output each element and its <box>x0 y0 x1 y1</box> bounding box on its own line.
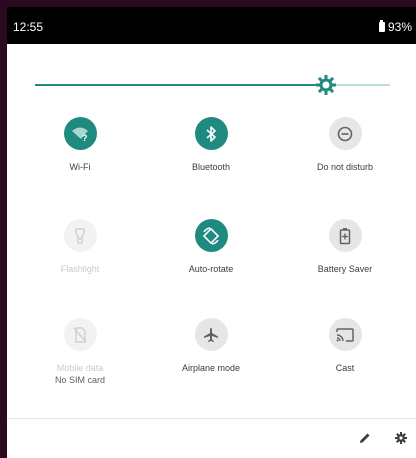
battery-saver-icon <box>339 227 351 244</box>
tile-bluetooth[interactable]: Bluetooth <box>146 117 276 173</box>
tile-label: Do not disturb <box>316 162 374 172</box>
settings-button[interactable] <box>391 428 411 448</box>
tile-battery-saver[interactable]: Battery Saver <box>280 219 410 275</box>
tile-mobile-data[interactable]: Mobile data No SIM card <box>15 318 145 386</box>
brightness-track-rest <box>333 84 390 86</box>
tile-airplane-mode[interactable]: Airplane mode <box>146 318 276 374</box>
airplane-icon <box>204 327 218 342</box>
auto-rotate-icon <box>202 226 220 245</box>
status-time: 12:55 <box>13 20 44 34</box>
bluetooth-icon <box>206 125 216 142</box>
status-bar: 12:55 93% <box>7 7 416 44</box>
battery-saver-toggle[interactable] <box>328 219 362 252</box>
tile-label: Flashlight <box>60 264 100 274</box>
battery-icon <box>378 20 385 32</box>
footer-divider <box>7 418 416 419</box>
cast-toggle[interactable] <box>328 318 362 351</box>
tile-label: Auto-rotate <box>188 264 234 274</box>
tile-auto-rotate[interactable]: Auto-rotate <box>146 219 276 275</box>
flashlight-toggle[interactable] <box>63 219 97 252</box>
tile-label: Battery Saver <box>317 264 373 274</box>
tile-label: Mobile data <box>56 363 104 373</box>
battery-percent: 93% <box>387 20 412 34</box>
bluetooth-toggle[interactable] <box>194 117 228 150</box>
tile-label: Airplane mode <box>181 363 241 373</box>
svg-text:?: ? <box>82 133 88 143</box>
edit-pencil-icon <box>360 433 370 443</box>
cast-icon <box>336 327 354 342</box>
mobile-data-toggle[interactable] <box>63 318 97 351</box>
gear-icon <box>395 432 407 444</box>
mobile-data-icon <box>73 326 87 343</box>
airplane-mode-toggle[interactable] <box>194 318 228 351</box>
tile-flashlight[interactable]: Flashlight <box>15 219 145 275</box>
tile-sublabel: No SIM card <box>54 375 105 385</box>
wifi-toggle[interactable]: ? <box>63 117 97 150</box>
do-not-disturb-icon <box>337 126 353 141</box>
wifi-icon: ? <box>72 127 88 143</box>
edit-button[interactable] <box>355 428 375 448</box>
quick-settings-panel: ? Wi-Fi Bluetooth Do not disturb Flashli… <box>7 44 416 458</box>
flashlight-icon <box>75 227 85 244</box>
tile-label: Bluetooth <box>191 162 231 172</box>
tile-label: Wi-Fi <box>69 162 91 172</box>
battery-status: 93% <box>378 20 412 34</box>
tile-label: Cast <box>335 363 355 373</box>
brightness-thumb-icon[interactable] <box>316 75 336 95</box>
do-not-disturb-toggle[interactable] <box>328 117 362 150</box>
tile-do-not-disturb[interactable]: Do not disturb <box>280 117 410 173</box>
auto-rotate-toggle[interactable] <box>194 219 228 252</box>
tile-cast[interactable]: Cast <box>280 318 410 374</box>
brightness-track-active <box>35 84 325 86</box>
tile-wifi[interactable]: ? Wi-Fi <box>15 117 145 173</box>
